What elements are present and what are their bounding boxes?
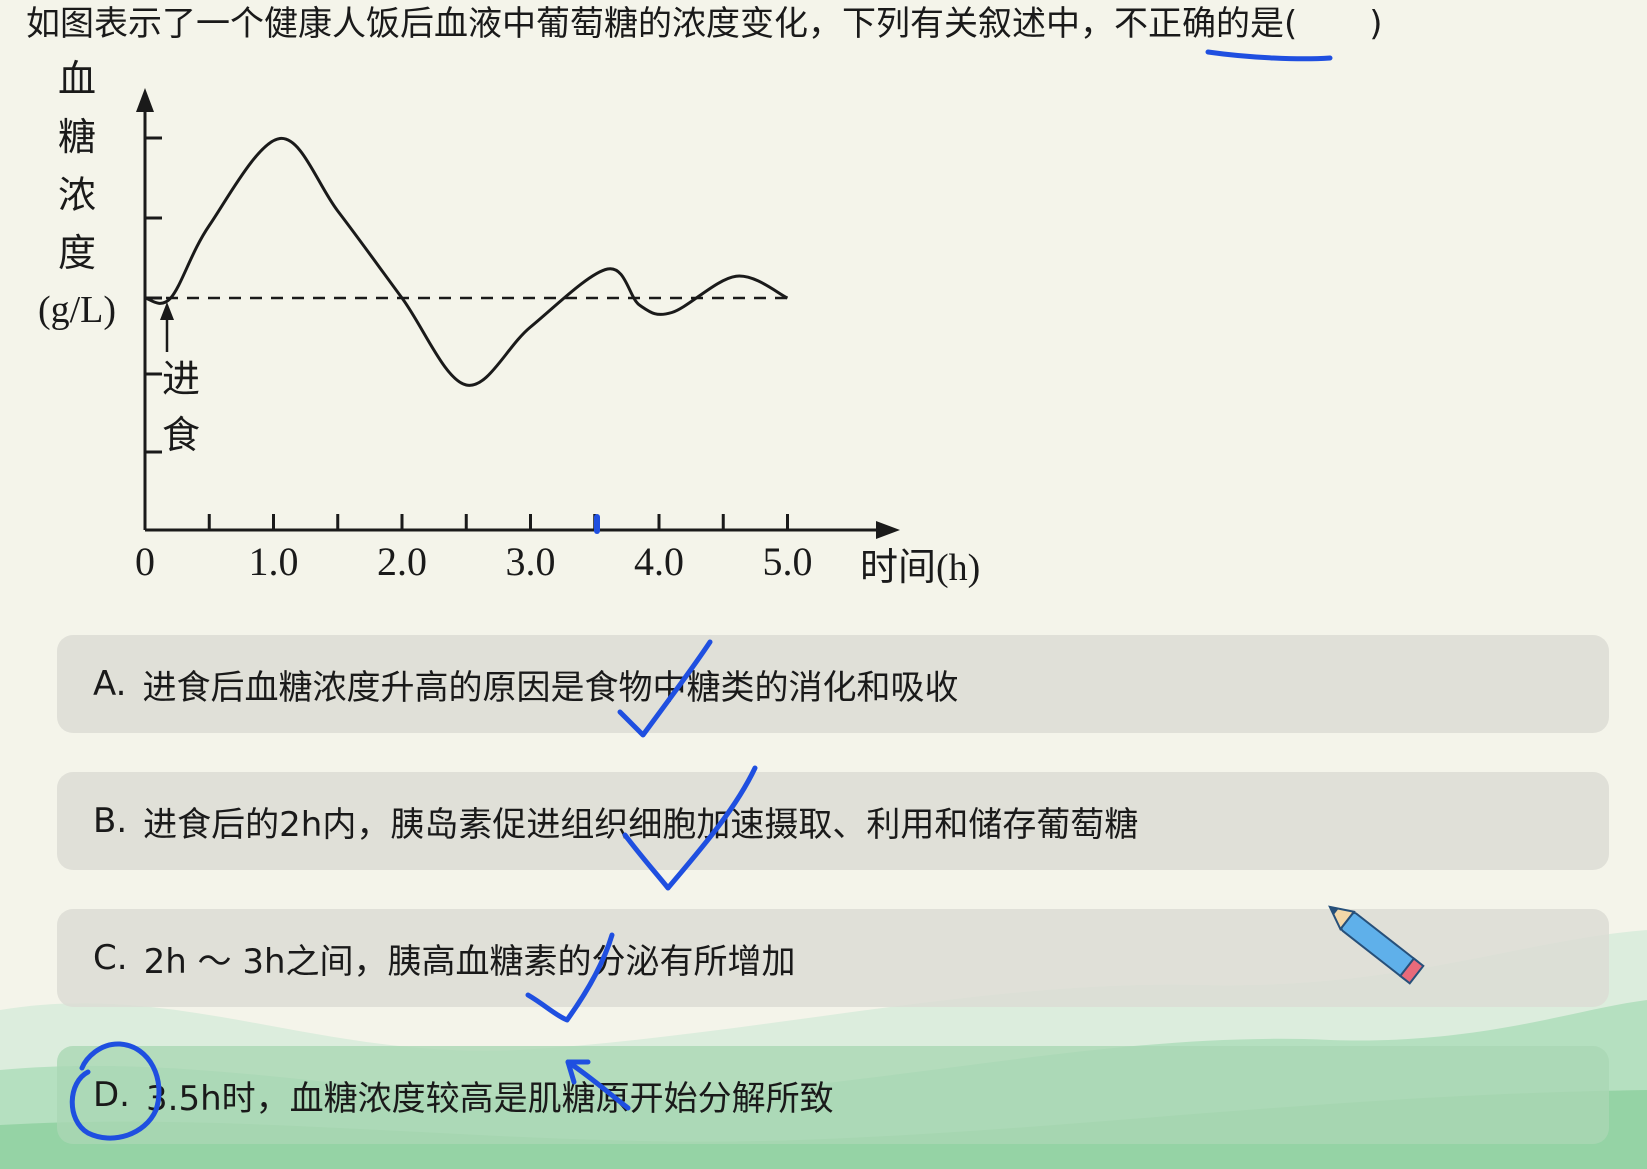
eating-annotation: 食 bbox=[162, 415, 200, 457]
ylabel-line: 度 bbox=[58, 233, 96, 275]
option-letter: B. bbox=[93, 801, 128, 841]
eating-annotation: 进 bbox=[162, 359, 200, 401]
option-letter: C. bbox=[93, 938, 128, 978]
y-axis-arrow bbox=[136, 88, 154, 112]
option-text: 3.5h时，血糖浓度较高是肌糖原开始分解所致 bbox=[146, 1078, 834, 1119]
option-text: 2h ～ 3h之间，胰高血糖素的分泌有所增加 bbox=[143, 941, 796, 982]
option-letter: A. bbox=[93, 664, 127, 704]
option-d[interactable]: D. 3.5h时，血糖浓度较高是肌糖原开始分解所致 bbox=[57, 1046, 1609, 1144]
ylabel-line: 血 bbox=[58, 59, 96, 101]
x-tick-label: 1.0 bbox=[249, 539, 299, 584]
blood-glucose-chart: 血 糖 浓 度 (g/L) 0 1.0 2.0 3.0 4.0 5.0 时间(h… bbox=[38, 59, 980, 589]
x-tick-label: 5.0 bbox=[763, 539, 813, 584]
glucose-curve bbox=[144, 136, 789, 387]
x-tick-label: 4.0 bbox=[634, 539, 684, 584]
option-c[interactable]: C. 2h ～ 3h之间，胰高血糖素的分泌有所增加 bbox=[57, 909, 1609, 1007]
x-tick-label: 3.0 bbox=[506, 539, 556, 584]
option-letter: D. bbox=[93, 1075, 130, 1115]
x-axis-arrow bbox=[876, 521, 900, 539]
x-tick-label: 0 bbox=[135, 539, 155, 584]
x-ticks bbox=[207, 514, 789, 530]
option-a[interactable]: A. 进食后血糖浓度升高的原因是食物中糖类的消化和吸收 bbox=[57, 635, 1609, 733]
xlabel: 时间(h) bbox=[860, 547, 980, 589]
ylabel-line: 浓 bbox=[58, 175, 96, 217]
ylabel-unit: (g/L) bbox=[38, 289, 116, 331]
ylabel-line: 糖 bbox=[58, 117, 96, 159]
x-tick-label: 2.0 bbox=[377, 539, 427, 584]
option-text: 进食后的2h内，胰岛素促进组织细胞加速摄取、利用和储存葡萄糖 bbox=[143, 804, 1139, 845]
option-text: 进食后血糖浓度升高的原因是食物中糖类的消化和吸收 bbox=[142, 667, 959, 708]
option-b[interactable]: B. 进食后的2h内，胰岛素促进组织细胞加速摄取、利用和储存葡萄糖 bbox=[57, 772, 1609, 870]
